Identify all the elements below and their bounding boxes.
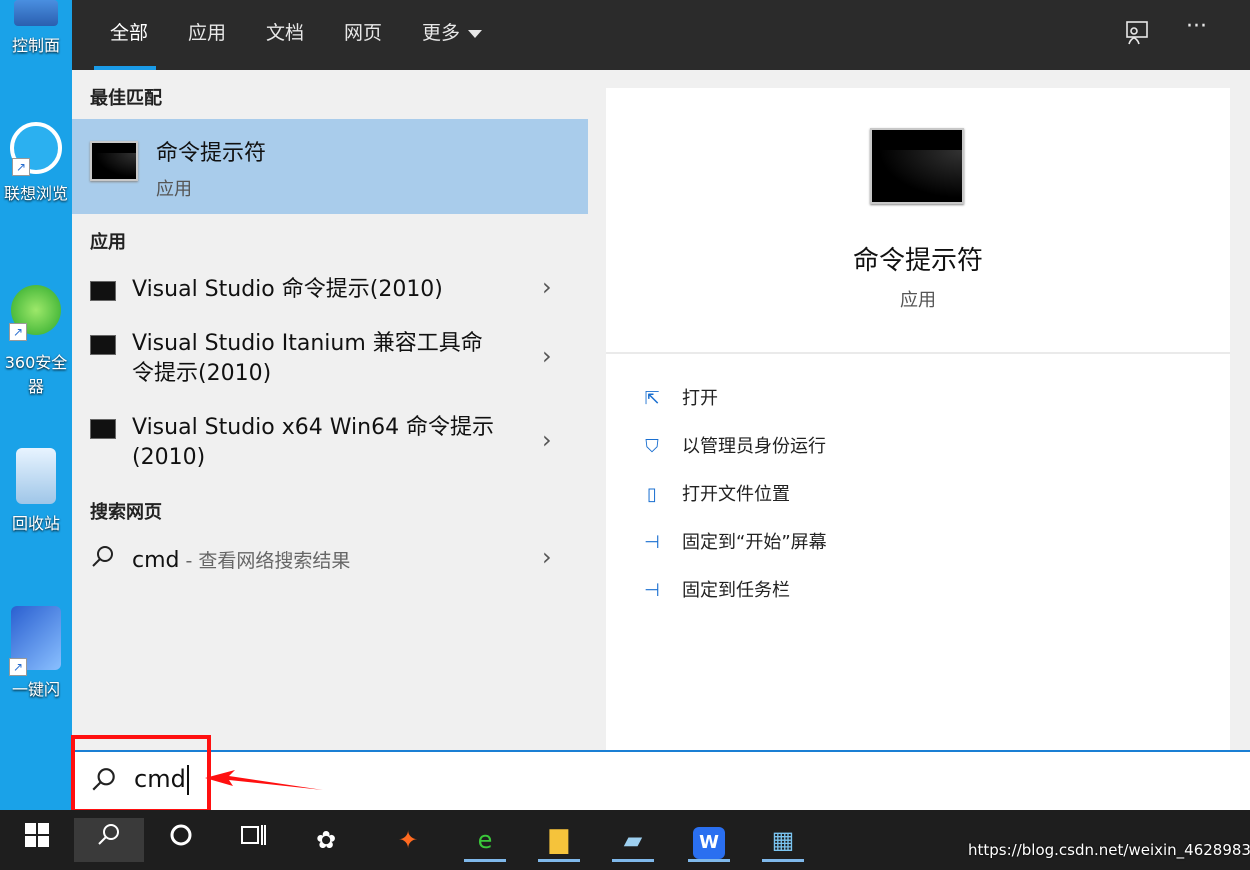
control-panel-app-icon[interactable]: ▦ — [760, 818, 806, 862]
desktop-icon-label: 360安全 — [4, 353, 68, 372]
annotation-arrow-icon — [205, 770, 323, 790]
app-result-line1: Visual Studio 命令提示(2010) — [132, 277, 443, 302]
360-browser-icon: ↗ — [9, 285, 61, 341]
caret-down-icon — [468, 29, 483, 38]
web-search-text: cmd - 查看网络搜索结果 — [132, 546, 350, 573]
pin-icon: ⊣ — [644, 532, 660, 553]
preview-title: 命令提示符 — [852, 246, 983, 276]
running-indicator — [688, 859, 730, 862]
action-open-file-location[interactable]: ▯ 打开文件位置 — [638, 480, 790, 506]
app-result-text: Visual Studio Itanium 兼容工具命 令提示(2010) — [132, 329, 512, 389]
desktop-icon-label: 联想浏览 — [3, 184, 68, 203]
web-search-hint: - 查看网络搜索结果 — [179, 550, 351, 572]
annotation-highlight-box — [71, 735, 211, 813]
desktop-icon-label-line2: 器 — [27, 377, 44, 396]
web-search-query: cmd — [132, 548, 180, 573]
windows-start-icon[interactable] — [14, 818, 60, 862]
task-view-icon[interactable] — [230, 818, 276, 862]
app-result-line1: Visual Studio Itanium 兼容工具命 — [132, 331, 483, 356]
tab-more-label: 更多 — [422, 22, 461, 44]
action-label: 打开文件位置 — [682, 484, 790, 505]
best-match-item[interactable]: 命令提示符 应用 — [72, 119, 588, 214]
app-result-line1: Visual Studio x64 Win64 命令提示 — [132, 415, 495, 440]
running-indicator — [612, 859, 654, 862]
control-panel-icon — [14, 0, 58, 26]
fan-app-icon[interactable]: ✿ — [303, 818, 349, 862]
tab-documents[interactable]: 文档 — [266, 18, 304, 45]
search-icon[interactable] — [74, 818, 144, 862]
cmd-app-icon — [90, 141, 138, 181]
action-label: 固定到任务栏 — [682, 580, 790, 601]
action-label: 固定到“开始”屏幕 — [682, 532, 827, 553]
pin-icon: ⊣ — [644, 580, 660, 601]
action-pin-to-taskbar[interactable]: ⊣ 固定到任务栏 — [638, 576, 790, 602]
console-icon — [90, 335, 116, 355]
desktop-icon-recycle-bin[interactable]: 回收站 — [0, 448, 72, 534]
web-search-header: 搜索网页 — [90, 502, 162, 523]
best-match-header: 最佳匹配 — [90, 88, 162, 109]
chevron-right-icon[interactable]: › — [542, 426, 552, 454]
desktop-icon-label: 回收站 — [11, 514, 60, 533]
tab-more[interactable]: 更多 — [422, 18, 483, 45]
console-icon — [90, 281, 116, 301]
tab-apps[interactable]: 应用 — [188, 18, 226, 45]
ie-browser-icon[interactable]: e — [462, 818, 508, 862]
feedback-icon[interactable] — [1124, 20, 1150, 52]
cmd-app-large-icon — [870, 128, 964, 204]
shortcut-arrow-icon: ↗ — [12, 158, 30, 176]
action-open[interactable]: ⇱ 打开 — [638, 384, 718, 410]
app-result-line2: (2010) — [132, 445, 206, 470]
divider — [606, 352, 1230, 354]
chevron-right-icon[interactable]: › — [542, 543, 552, 571]
lenovo-browser-icon: ↗ — [10, 122, 62, 176]
shortcut-arrow-icon: ↗ — [9, 658, 27, 676]
shield-icon: ⛉ — [645, 436, 659, 457]
best-match-title: 命令提示符 — [156, 141, 267, 166]
console-icon — [90, 419, 116, 439]
open-icon: ⇱ — [644, 388, 660, 409]
action-pin-to-start[interactable]: ⊣ 固定到“开始”屏幕 — [638, 528, 827, 554]
desktop-icon-control-panel[interactable]: 控制面 — [0, 0, 72, 56]
running-indicator — [538, 859, 580, 862]
running-indicator — [464, 859, 506, 862]
taskbar: ✿ ✦ e ▇ ▰ W ▦ — [0, 810, 1250, 870]
desktop-icon-360-browser[interactable]: ↗ 360安全 器 — [0, 285, 72, 397]
desktop-icon-label: 一键闪 — [11, 680, 60, 699]
chevron-right-icon[interactable]: › — [542, 342, 552, 370]
app-result-text: Visual Studio x64 Win64 命令提示 (2010) — [132, 413, 512, 473]
file-explorer-icon[interactable]: ▇ — [536, 818, 582, 862]
preview-subtitle: 应用 — [900, 290, 936, 311]
tab-web[interactable]: 网页 — [344, 18, 382, 45]
shortcut-arrow-icon: ↗ — [9, 323, 27, 341]
search-filter-bar: 全部 应用 文档 网页 更多 ··· — [72, 0, 1250, 70]
folder-icon: ▯ — [647, 484, 657, 505]
running-indicator — [762, 859, 804, 862]
search-panel: 全部 应用 文档 网页 更多 ··· 最佳匹配 命令提示符 应用 应用 Visu… — [72, 0, 1250, 810]
app-result-text: Visual Studio 命令提示(2010) — [132, 275, 512, 305]
results-list: 最佳匹配 命令提示符 应用 应用 Visual Studio 命令提示(2010… — [72, 70, 588, 750]
watermark-text: https://blog.csdn.net/weixin_46289838 — [968, 841, 1250, 859]
desktop-icon-label: 控制面 — [11, 36, 60, 55]
action-label: 打开 — [682, 388, 718, 409]
tab-all[interactable]: 全部 — [110, 18, 148, 45]
action-run-as-admin[interactable]: ⛉ 以管理员身份运行 — [638, 432, 826, 458]
colorful-app-icon[interactable]: ✦ — [385, 818, 431, 862]
desktop-icon-one-click[interactable]: ↗ 一键闪 — [0, 606, 72, 700]
preview-pane: 命令提示符 应用 ⇱ 打开 ⛉ 以管理员身份运行 ▯ 打开文件位置 ⊣ 固定到“开始”屏… — [606, 88, 1230, 750]
notepad-app-icon[interactable]: ▰ — [610, 818, 656, 862]
desktop-icon-lenovo-browser[interactable]: ↗ 联想浏览 — [0, 122, 72, 204]
search-icon — [90, 544, 116, 576]
action-label: 以管理员身份运行 — [682, 436, 826, 457]
app-result-line2: 令提示(2010) — [132, 361, 272, 386]
best-match-subtitle: 应用 — [156, 179, 192, 200]
recycle-bin-icon — [16, 448, 56, 504]
apps-header: 应用 — [90, 232, 126, 253]
one-click-app-icon: ↗ — [9, 606, 61, 676]
cortana-icon[interactable] — [158, 818, 204, 862]
wps-office-icon[interactable]: W — [686, 818, 732, 862]
ellipsis-icon[interactable]: ··· — [1186, 14, 1207, 39]
chevron-right-icon[interactable]: › — [542, 273, 552, 301]
